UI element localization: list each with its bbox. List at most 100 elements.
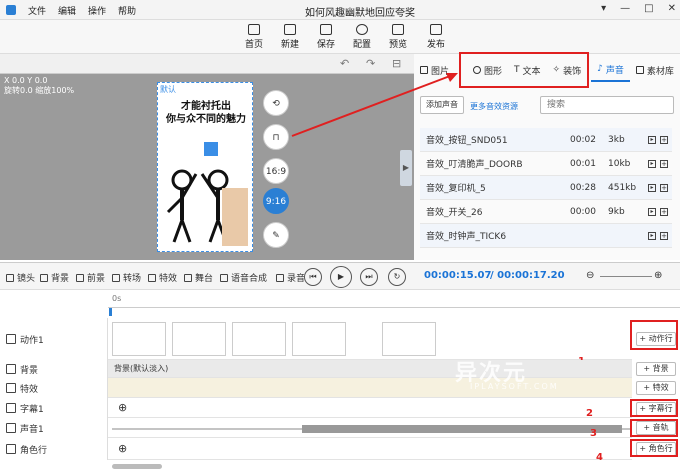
save-icon xyxy=(320,24,332,35)
scene-tag: 默认 xyxy=(160,85,176,94)
dropdown-icon[interactable]: ▾ xyxy=(601,3,606,14)
background-icon xyxy=(6,364,16,374)
audio-waveform xyxy=(112,425,632,433)
add-role-icon[interactable]: ⊕ xyxy=(118,442,127,455)
new-button[interactable]: 新建 xyxy=(272,24,308,50)
list-item[interactable]: 音效_开关_26 00:00 9kb ▸ + xyxy=(420,200,672,224)
ratio-9-16-button[interactable]: 9:16 xyxy=(263,188,289,214)
edit-button[interactable]: ✎ xyxy=(263,222,289,248)
save-button[interactable]: 保存 xyxy=(308,24,344,50)
menu-operate[interactable]: 操作 xyxy=(88,4,106,17)
ratio-16-9-button[interactable]: 16:9 xyxy=(263,158,289,184)
add-subtitle-icon[interactable]: ⊕ xyxy=(118,401,127,414)
action-thumb[interactable] xyxy=(112,322,166,356)
transition-button[interactable]: 转场 xyxy=(112,271,141,284)
reset-button[interactable]: ⟲ xyxy=(263,90,289,116)
row-label-role: 角色行 xyxy=(0,438,108,460)
action-thumb[interactable] xyxy=(292,322,346,356)
effects-button[interactable]: 特效 xyxy=(148,271,177,284)
menu-edit[interactable]: 编辑 xyxy=(58,4,76,17)
subtitle-track[interactable] xyxy=(108,398,632,418)
add-sound-button[interactable]: 添加声音 xyxy=(420,96,464,114)
zoom-out-icon[interactable]: ⊖ xyxy=(586,270,594,281)
annotation-highlight-1 xyxy=(630,320,678,350)
play-icon[interactable]: ▸ xyxy=(648,135,656,144)
preview-icon xyxy=(392,24,404,35)
loop-button[interactable]: ↻ xyxy=(388,268,406,286)
list-item[interactable]: 音效_时钟声_TICK6 ▸ + xyxy=(420,224,672,248)
play-icon[interactable]: ▸ xyxy=(648,159,656,168)
annotation-highlight-tabs xyxy=(459,52,589,88)
next-button[interactable]: ⏭ xyxy=(360,268,378,286)
publish-button[interactable]: 发布 xyxy=(418,24,454,50)
skip-back-icon: ⏮ xyxy=(309,272,317,281)
fit-icon[interactable]: ⊟ xyxy=(392,57,401,70)
annotation-number-4: 4 xyxy=(596,452,603,463)
preview-button[interactable]: 预览 xyxy=(380,24,416,50)
add-background-button[interactable]: + 背景 xyxy=(636,362,676,376)
redo-icon[interactable]: ↷ xyxy=(366,57,375,70)
minimize-button[interactable]: — xyxy=(620,3,630,14)
tab-library[interactable]: 素材库 xyxy=(630,58,680,82)
sound-search-input[interactable] xyxy=(540,96,674,114)
tts-button[interactable]: 语音合成 xyxy=(220,271,267,284)
stage-button[interactable]: 舞台 xyxy=(184,271,213,284)
background-icon xyxy=(40,273,48,282)
sound-list: 音效_按钮_SND051 00:02 3kb ▸ + 音效_叮清脆声_DOORB 00:0… xyxy=(420,128,672,248)
list-item[interactable]: 音效_复印机_5 00:28 451kb ▸ + xyxy=(420,176,672,200)
foreground-button[interactable]: 前景 xyxy=(76,271,105,284)
timeline-toolbar: 镜头 背景 前景 转场 特效 舞台 语音合成 录音 ⏮ ▶ ⏭ ↻ xyxy=(0,262,680,290)
play-icon[interactable]: ▸ xyxy=(648,207,656,216)
close-button[interactable]: ✕ xyxy=(668,3,676,14)
time-ruler[interactable]: 0s xyxy=(108,292,680,308)
more-sounds-link[interactable]: 更多音效资源 xyxy=(470,101,518,112)
collapse-panel-button[interactable]: ▶ xyxy=(400,150,412,186)
home-icon xyxy=(248,24,260,35)
record-button[interactable]: 录音 xyxy=(276,271,305,284)
list-item[interactable]: 音效_按钮_SND051 00:02 3kb ▸ + xyxy=(420,128,672,152)
action-thumb[interactable] xyxy=(232,322,286,356)
action-thumb[interactable] xyxy=(172,322,226,356)
role-track[interactable] xyxy=(108,438,632,460)
undo-icon[interactable]: ↶ xyxy=(340,57,349,70)
prev-button[interactable]: ⏮ xyxy=(304,268,322,286)
maximize-button[interactable]: □ xyxy=(644,3,653,14)
timeline-scrollbar[interactable] xyxy=(112,464,162,469)
window-title: 如何风趣幽默地回应夸奖 xyxy=(305,8,415,19)
add-icon[interactable]: + xyxy=(660,231,668,240)
add-icon[interactable]: + xyxy=(660,135,668,144)
list-item[interactable]: 音效_叮清脆声_DOORB 00:01 10kb ▸ + xyxy=(420,152,672,176)
add-icon[interactable]: + xyxy=(660,159,668,168)
action-thumb[interactable] xyxy=(382,322,436,356)
scene-text-line2: 你与众不同的魅力 xyxy=(166,114,246,125)
add-icon[interactable]: + xyxy=(660,207,668,216)
skip-forward-icon: ⏭ xyxy=(365,272,373,281)
camera-icon xyxy=(6,273,14,282)
add-icon[interactable]: + xyxy=(660,183,668,192)
settings-button[interactable]: 配置 xyxy=(344,24,380,50)
play-button[interactable]: ▶ xyxy=(330,266,352,288)
background-button[interactable]: 背景 xyxy=(40,271,69,284)
menu-help[interactable]: 帮助 xyxy=(118,4,136,17)
main-toolbar: 首页 新建 保存 配置 预览 发布 xyxy=(0,20,680,54)
play-icon[interactable]: ▸ xyxy=(648,231,656,240)
playhead[interactable] xyxy=(109,308,112,316)
menu-file[interactable]: 文件 xyxy=(28,4,46,17)
camera-button[interactable]: 镜头 xyxy=(6,271,35,284)
row-label-audio: 声音1 xyxy=(0,418,108,438)
zoom-in-icon[interactable]: ⊕ xyxy=(654,270,662,281)
play-icon[interactable]: ▸ xyxy=(648,183,656,192)
zoom-slider[interactable] xyxy=(600,276,652,277)
total-timecode: / 00:00:17.20 xyxy=(490,270,565,281)
background-track[interactable]: 背景(默认淡入) xyxy=(108,360,632,378)
menu-bar: 文件 编辑 操作 帮助 xyxy=(0,0,136,20)
reset-icon: ⟲ xyxy=(272,99,280,109)
audio-icon xyxy=(6,423,16,433)
current-timecode: 00:00:15.07 xyxy=(424,270,492,281)
tab-sound[interactable]: ♪ 声音 xyxy=(591,58,630,82)
home-button[interactable]: 首页 xyxy=(236,24,272,50)
pencil-icon: ✎ xyxy=(272,231,280,241)
window-controls: ▾ — □ ✕ xyxy=(601,3,676,14)
add-effects-button[interactable]: + 特效 xyxy=(636,381,676,395)
lock-button[interactable]: ⊓ xyxy=(263,124,289,150)
